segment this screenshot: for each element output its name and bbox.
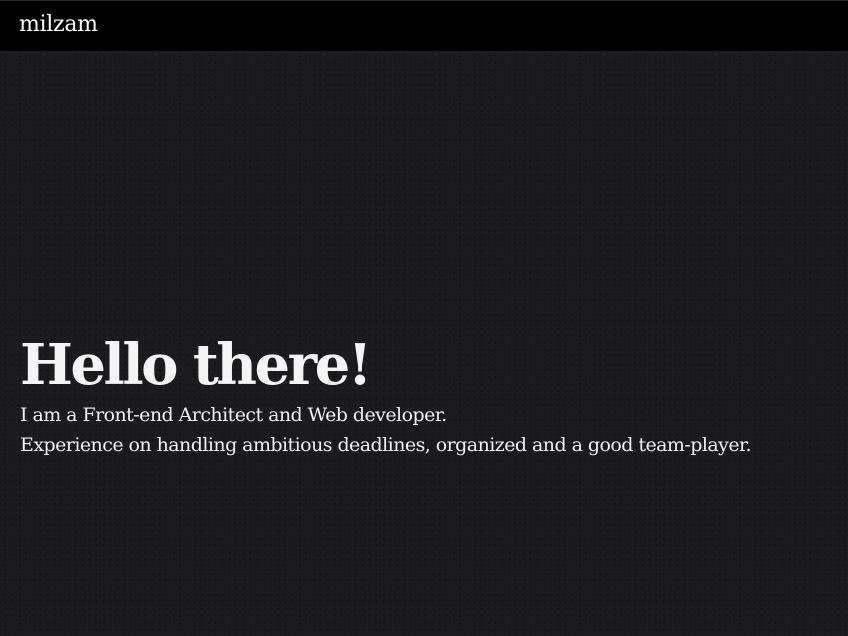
- hero-section: Hello there! I am a Front-end Architect …: [20, 330, 840, 460]
- hero-title: Hello there!: [20, 332, 372, 398]
- brand-logo-link[interactable]: milzam: [19, 11, 98, 39]
- hero-experience-line: Experience on handling ambitious deadlin…: [20, 434, 752, 456]
- top-navigation-bar: milzam: [0, 0, 848, 51]
- hero-intro-line: I am a Front-end Architect and Web devel…: [20, 404, 447, 426]
- page-background: milzam Hello there! I am a Front-end Arc…: [0, 0, 848, 636]
